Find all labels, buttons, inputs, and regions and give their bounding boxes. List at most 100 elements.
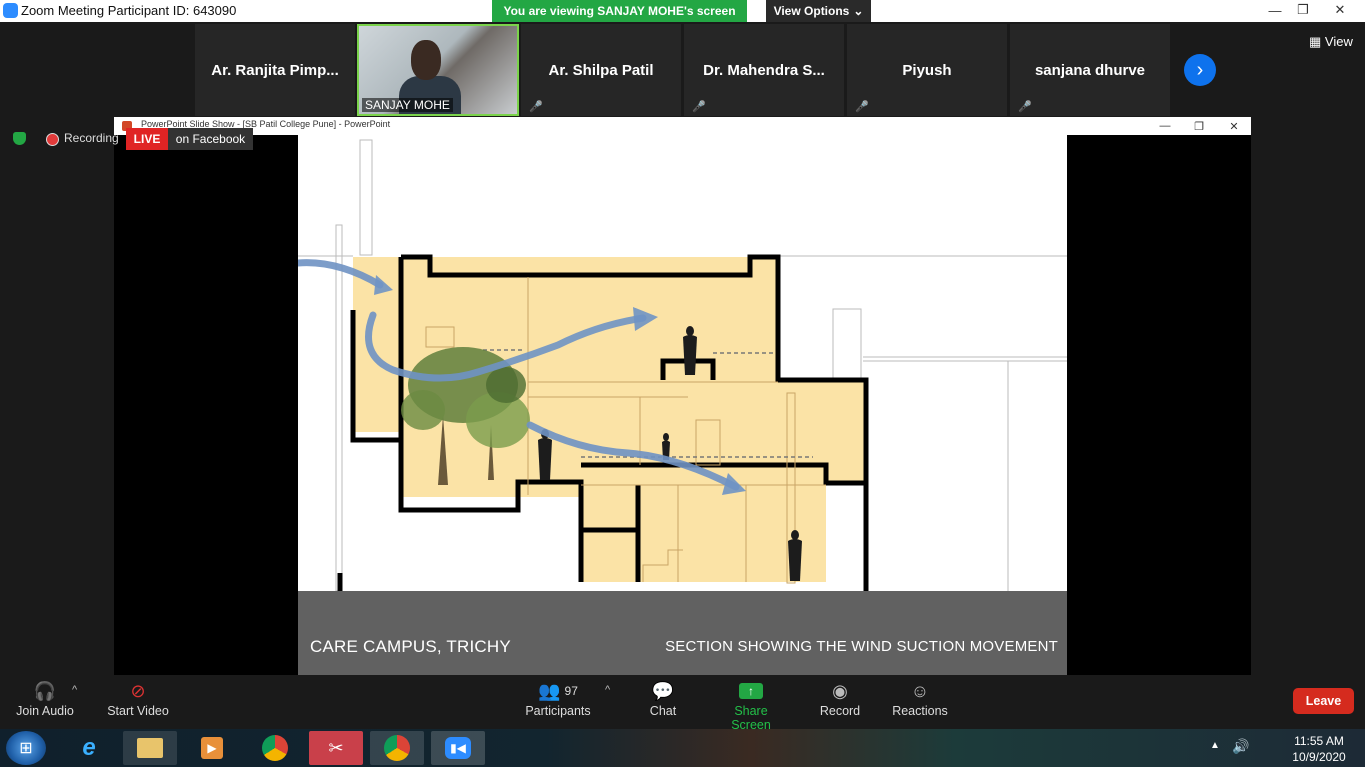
record-label: Record bbox=[819, 704, 861, 718]
join-audio-label: Join Audio bbox=[16, 704, 74, 718]
taskbar-chrome[interactable] bbox=[248, 731, 302, 765]
video-off-icon: ⊘ bbox=[130, 680, 146, 701]
minimize-button[interactable]: — bbox=[1260, 0, 1290, 20]
chevron-up-icon: ^ bbox=[605, 684, 611, 696]
slide-caption-right: SECTION SHOWING THE WIND SUCTION MOVEMEN… bbox=[665, 638, 1058, 655]
ppt-restore-button[interactable]: ❐ bbox=[1184, 117, 1214, 135]
mic-muted-icon: 🎤 bbox=[1018, 101, 1032, 113]
taskbar-snipping-tool[interactable]: ✂ bbox=[309, 731, 363, 765]
participant-tile[interactable]: sanjana dhurve 🎤 bbox=[1010, 24, 1170, 116]
view-options-button[interactable]: View Options ⌄ bbox=[766, 0, 871, 22]
gallery-view-button[interactable]: ▦ View bbox=[1309, 34, 1353, 50]
participant-name: Piyush bbox=[902, 61, 952, 79]
clock-time: 11:55 AM bbox=[1294, 734, 1344, 748]
viewing-banner: You are viewing SANJAY MOHE's screen bbox=[492, 0, 747, 22]
media-player-icon: ▶ bbox=[201, 737, 223, 759]
live-badge[interactable]: LIVE bbox=[126, 128, 168, 150]
powerpoint-titlebar: PowerPoint Slide Show - [SB Patil Colleg… bbox=[114, 117, 1251, 135]
windows-logo-icon: ⊞ bbox=[19, 740, 33, 757]
join-audio-button[interactable]: 🎧 Join Audio bbox=[12, 678, 78, 719]
participant-tile[interactable]: Dr. Mahendra S... 🎤 bbox=[684, 24, 844, 116]
mic-muted-icon: 🎤 bbox=[692, 101, 706, 113]
encryption-shield-icon[interactable] bbox=[13, 132, 26, 145]
share-screen-label: Share Screen bbox=[731, 704, 771, 732]
recording-label[interactable]: Recording bbox=[64, 131, 119, 145]
participant-name: Dr. Mahendra S... bbox=[703, 61, 825, 79]
chat-button[interactable]: 💬 Chat bbox=[640, 678, 686, 719]
active-speaker-video[interactable]: SANJAY MOHE bbox=[357, 24, 519, 116]
share-icon-wrap: ↑ bbox=[714, 678, 788, 704]
reactions-button[interactable]: ☺ Reactions bbox=[892, 678, 948, 719]
taskbar-explorer[interactable] bbox=[123, 731, 177, 765]
next-page-button[interactable]: › bbox=[1184, 54, 1216, 86]
participants-button[interactable]: 👥 97 Participants bbox=[524, 678, 592, 719]
restore-icon: ❐ bbox=[1297, 2, 1309, 17]
restore-icon: ❐ bbox=[1194, 120, 1204, 133]
participant-name: Ar. Shilpa Patil bbox=[548, 61, 654, 79]
participants-count: 97 bbox=[564, 684, 578, 698]
start-video-label: Start Video bbox=[107, 704, 169, 718]
live-target[interactable]: on Facebook bbox=[168, 128, 253, 150]
headphones-icon: 🎧 bbox=[33, 680, 57, 701]
share-screen-button[interactable]: ↑ Share Screen bbox=[714, 678, 788, 732]
participant-name: Ar. Ranjita Pimp... bbox=[211, 61, 339, 79]
clock-date: 10/9/2020 bbox=[1292, 750, 1346, 764]
share-screen-icon: ↑ bbox=[739, 683, 763, 699]
restore-button[interactable]: ❐ bbox=[1288, 0, 1318, 20]
participant-tile[interactable]: Piyush 🎤 bbox=[847, 24, 1007, 116]
leave-button[interactable]: Leave bbox=[1293, 688, 1354, 714]
grid-icon: ▦ bbox=[1309, 34, 1322, 49]
participants-options-caret[interactable]: ^ bbox=[605, 684, 610, 696]
record-icon: ◉ bbox=[832, 680, 848, 701]
participant-tile[interactable]: Ar. Ranjita Pimp... bbox=[195, 24, 355, 116]
taskbar-zoom[interactable]: ▮◀ bbox=[431, 731, 485, 765]
participants-icon: 👥 bbox=[538, 680, 561, 701]
participant-name: SANJAY MOHE bbox=[362, 98, 453, 112]
minimize-icon: — bbox=[1268, 2, 1282, 18]
chrome-icon bbox=[262, 735, 288, 761]
start-button[interactable]: ⊞ bbox=[6, 731, 46, 765]
ground-band bbox=[298, 591, 1067, 675]
audio-options-caret[interactable]: ^ bbox=[72, 684, 77, 696]
zoom-app-icon: ▮◀ bbox=[445, 737, 471, 759]
taskbar-chrome-2[interactable] bbox=[370, 731, 424, 765]
ppt-minimize-button[interactable]: — bbox=[1150, 117, 1180, 135]
view-label: View bbox=[1324, 34, 1353, 49]
window-title: Zoom Meeting Participant ID: 643090 bbox=[21, 3, 237, 18]
chrome-icon bbox=[384, 735, 410, 761]
reactions-label: Reactions bbox=[892, 704, 948, 718]
internet-explorer-icon: e bbox=[82, 734, 96, 761]
chat-label: Chat bbox=[649, 704, 677, 718]
ppt-close-button[interactable]: ✕ bbox=[1219, 117, 1249, 135]
close-icon: ✕ bbox=[1334, 2, 1346, 17]
minimize-icon: — bbox=[1159, 120, 1171, 132]
speaker-head bbox=[411, 40, 441, 80]
zoom-logo-icon bbox=[3, 3, 18, 18]
view-options-label: View Options bbox=[773, 4, 850, 18]
chevron-up-icon: ^ bbox=[72, 684, 78, 696]
tray-expand-icon[interactable]: ▲ bbox=[1210, 740, 1220, 751]
recording-dot-icon bbox=[46, 133, 59, 146]
mic-muted-icon: 🎤 bbox=[529, 101, 543, 113]
reactions-icon: ☺ bbox=[910, 680, 930, 701]
chevron-right-icon: › bbox=[1196, 58, 1204, 81]
slide-caption-left: CARE CAMPUS, TRICHY bbox=[310, 637, 511, 656]
start-video-button[interactable]: ⊘ Start Video bbox=[104, 678, 172, 719]
mic-muted-icon: 🎤 bbox=[855, 101, 869, 113]
record-button[interactable]: ◉ Record bbox=[816, 678, 864, 719]
participants-label: Participants bbox=[525, 704, 591, 718]
chevron-down-icon: ⌄ bbox=[853, 4, 864, 18]
scissors-icon: ✂ bbox=[328, 737, 344, 758]
section-drawing bbox=[298, 139, 1067, 591]
taskbar-media-player[interactable]: ▶ bbox=[185, 731, 239, 765]
presentation-slide: CARE CAMPUS, TRICHY SECTION SHOWING THE … bbox=[298, 135, 1067, 675]
close-button[interactable]: ✕ bbox=[1325, 0, 1355, 20]
taskbar-clock[interactable]: 11:55 AM 10/9/2020 bbox=[1280, 733, 1358, 765]
participants-icon-row: 👥 97 bbox=[524, 678, 592, 704]
taskbar-ie[interactable]: e bbox=[62, 731, 116, 765]
close-icon: ✕ bbox=[1229, 120, 1239, 133]
participant-tile[interactable]: Ar. Shilpa Patil 🎤 bbox=[521, 24, 681, 116]
folder-icon bbox=[137, 738, 163, 758]
participant-name: sanjana dhurve bbox=[1034, 61, 1146, 79]
volume-icon[interactable]: 🔊 bbox=[1232, 738, 1249, 755]
